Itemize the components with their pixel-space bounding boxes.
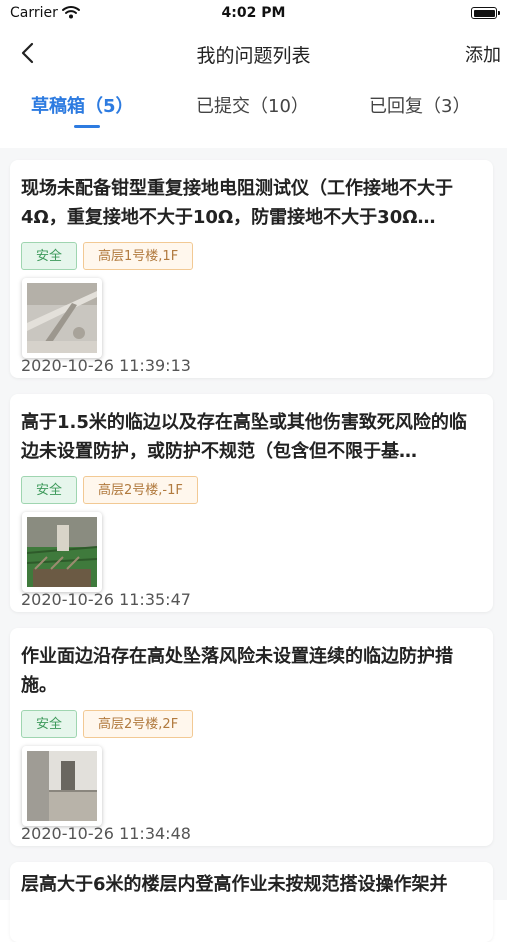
tab-submitted[interactable]: 已提交（10） xyxy=(196,92,309,118)
issue-tags: 安全 高层1号楼,1F xyxy=(21,242,199,270)
issue-title: 作业面边沿存在高处坠落风险未设置连续的临边防护措施。 xyxy=(21,646,453,696)
add-button[interactable]: 添加 xyxy=(465,41,501,67)
tab-bar: 草稿箱（5） 已提交（10） 已回复（3） xyxy=(0,84,507,132)
issue-title: 现场未配备钳型重复接地电阻测试仪（工作接地不大于4Ω，重复接地不大于10Ω，防雷… xyxy=(21,178,453,228)
concrete-floor-photo xyxy=(27,283,97,353)
active-tab-indicator xyxy=(74,125,100,128)
issue-card[interactable]: 作业面边沿存在高处坠落风险未设置连续的临边防护措施。 安全 高层2号楼,2F 20… xyxy=(10,628,493,846)
issue-tags: 安全 高层2号楼,-1F xyxy=(21,476,204,504)
location-tag: 高层2号楼,2F xyxy=(83,710,194,738)
issue-card[interactable]: 高于1.5米的临边以及存在高坠或其他伤害致死风险的临边未设置防护，或防护不规范（… xyxy=(10,394,493,612)
issue-timestamp: 2020-10-26 11:34:48 xyxy=(21,824,191,843)
category-tag: 安全 xyxy=(21,476,78,504)
location-tag: 高层1号楼,1F xyxy=(83,242,194,270)
status-time: 4:02 PM xyxy=(221,5,286,21)
tab-replied[interactable]: 已回复（3） xyxy=(369,92,470,118)
issue-card[interactable]: 层高大于6米的楼层内登高作业未按规范搭设操作架并 xyxy=(10,862,493,942)
page-title: 我的问题列表 xyxy=(196,45,311,67)
location-tag: 高层2号楼,-1F xyxy=(83,476,198,504)
category-tag: 安全 xyxy=(21,710,78,738)
tab-drafts[interactable]: 草稿箱（5） xyxy=(31,92,134,118)
issue-timestamp: 2020-10-26 11:39:13 xyxy=(21,356,191,375)
issue-title: 层高大于6米的楼层内登高作业未按规范搭设操作架并 xyxy=(21,874,448,895)
issue-photo-thumbnail[interactable] xyxy=(22,512,102,592)
status-bar: Carrier 4:02 PM xyxy=(0,0,507,28)
issue-list: 现场未配备钳型重复接地电阻测试仪（工作接地不大于4Ω，重复接地不大于10Ω，防雷… xyxy=(0,148,507,942)
issue-timestamp: 2020-10-26 11:35:47 xyxy=(21,590,191,609)
category-tag: 安全 xyxy=(21,242,78,270)
construction-site-photo xyxy=(27,517,97,587)
issue-title: 高于1.5米的临边以及存在高坠或其他伤害致死风险的临边未设置防护，或防护不规范（… xyxy=(21,412,467,462)
battery-icon xyxy=(471,7,500,19)
issue-tags: 安全 高层2号楼,2F xyxy=(21,710,199,738)
issue-photo-thumbnail[interactable] xyxy=(22,746,102,826)
navigation-bar: 我的问题列表 添加 xyxy=(0,28,507,78)
issue-photo-thumbnail[interactable] xyxy=(22,278,102,358)
building-edge-photo xyxy=(27,751,97,821)
issue-card[interactable]: 现场未配备钳型重复接地电阻测试仪（工作接地不大于4Ω，重复接地不大于10Ω，防雷… xyxy=(10,160,493,378)
